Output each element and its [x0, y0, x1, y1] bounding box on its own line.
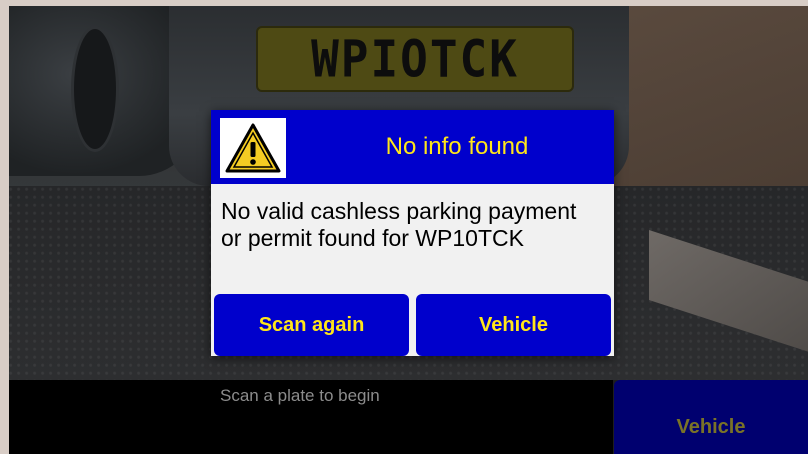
vehicle-button-background-label: Vehicle — [676, 415, 746, 438]
parking-scanner-app: WPIOTCK Scan a plate to begin Vehicle No… — [9, 6, 808, 454]
scene-wheel — [71, 26, 119, 152]
vehicle-button[interactable]: Vehicle — [416, 294, 611, 356]
vehicle-button-background[interactable]: Vehicle — [614, 380, 808, 454]
warning-triangle-icon — [220, 118, 286, 178]
scan-again-button[interactable]: Scan again — [214, 294, 409, 356]
no-info-dialog: No info found No valid cashless parking … — [211, 110, 614, 356]
license-plate-text: WPIOTCK — [311, 29, 519, 89]
status-text: Scan a plate to begin — [220, 386, 380, 405]
dialog-header: No info found — [211, 110, 614, 184]
license-plate: WPIOTCK — [256, 26, 574, 92]
dialog-title: No info found — [385, 133, 529, 160]
dialog-message: No valid cashless parking payment or per… — [221, 198, 577, 251]
